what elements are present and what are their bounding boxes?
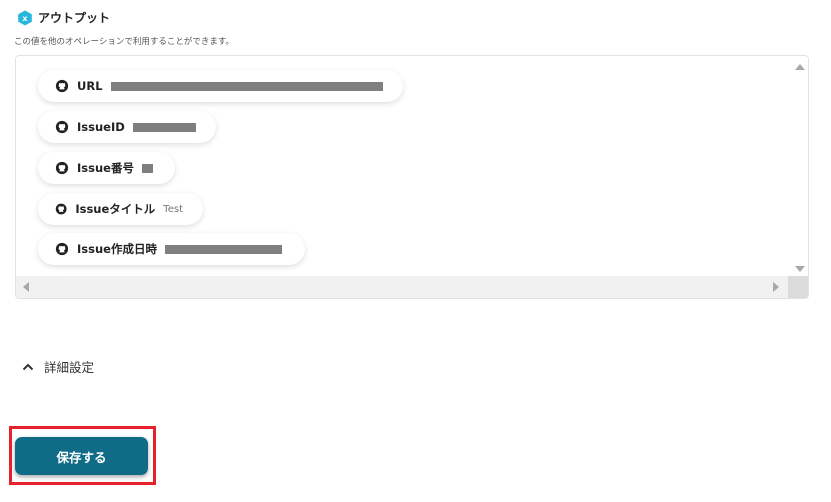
output-item-label: IssueID — [77, 120, 125, 134]
output-item-label: URL — [77, 79, 103, 93]
scroll-down-icon[interactable] — [795, 266, 805, 272]
output-description: この値を他のオペレーションで利用することができます。 — [14, 37, 234, 47]
redacted-value — [110, 81, 383, 91]
scroll-left-icon[interactable] — [23, 282, 29, 292]
output-item-label: Issue作成日時 — [77, 242, 157, 256]
output-list-panel: URL IssueID Issue番号 Issueタイトル Test Issue… — [15, 55, 809, 299]
scroll-right-icon[interactable] — [773, 282, 779, 292]
output-item-issue-created-at[interactable]: Issue作成日時 — [38, 233, 305, 265]
output-item-issueid[interactable]: IssueID — [38, 111, 216, 143]
advanced-settings-label: 詳細設定 — [44, 360, 95, 375]
redacted-value — [141, 163, 153, 173]
chevron-up-icon — [22, 363, 34, 370]
github-icon — [55, 120, 69, 134]
github-icon — [55, 161, 69, 175]
output-item-url[interactable]: URL — [38, 70, 403, 102]
output-item-issue-title[interactable]: Issueタイトル Test — [38, 193, 203, 225]
output-item-label: Issueタイトル — [75, 202, 156, 216]
output-header: x アウトプット — [17, 9, 110, 26]
output-item-value: Test — [163, 203, 183, 215]
scroll-up-icon[interactable] — [795, 64, 805, 70]
vertical-scrollbar[interactable] — [792, 56, 808, 278]
hexagon-x-icon: x — [17, 10, 33, 26]
github-icon — [55, 79, 69, 93]
redacted-value — [164, 244, 282, 254]
output-title: アウトプット — [38, 11, 111, 25]
save-button[interactable]: 保存する — [15, 437, 148, 475]
advanced-settings-toggle[interactable]: 詳細設定 — [22, 357, 94, 376]
github-icon — [55, 242, 69, 256]
redacted-value — [132, 122, 196, 132]
github-icon — [55, 203, 67, 215]
output-item-label: Issue番号 — [77, 161, 134, 175]
output-item-issue-number[interactable]: Issue番号 — [38, 152, 175, 184]
horizontal-scrollbar[interactable] — [16, 276, 808, 298]
svg-text:x: x — [22, 14, 28, 23]
scrollbar-corner — [788, 276, 808, 298]
